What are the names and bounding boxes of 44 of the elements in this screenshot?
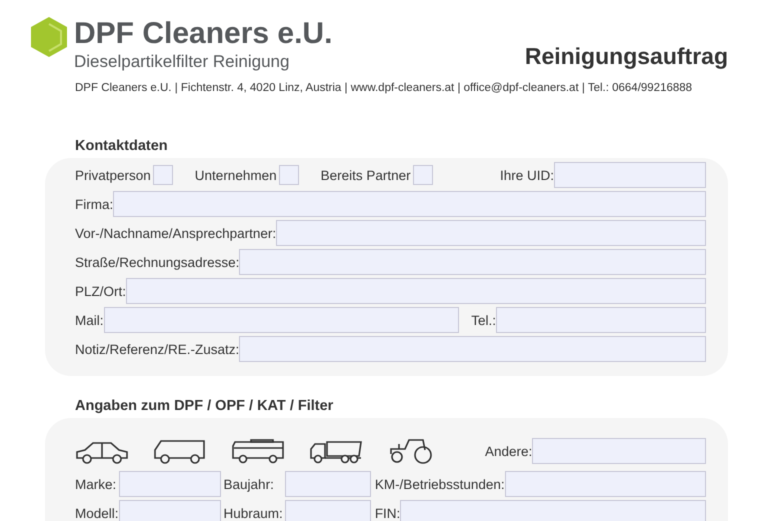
field-label: Vor-/Nachname/Ansprechpartner: <box>75 226 276 240</box>
input-field[interactable] <box>239 336 706 362</box>
input-field[interactable] <box>239 249 706 275</box>
input-field[interactable] <box>126 278 706 304</box>
input-field[interactable] <box>284 471 371 497</box>
input-field[interactable] <box>104 307 460 333</box>
field-label: Firma: <box>75 196 114 212</box>
field-label: KM-/Betriebsstunden: <box>374 476 505 492</box>
field-label: Notiz/Referenz/RE.-Zusatz: <box>75 342 240 356</box>
section-heading: Kontaktdaten <box>75 138 169 154</box>
input-field[interactable] <box>118 471 221 497</box>
field-label: PLZ/Ort: <box>75 284 126 298</box>
field-label: FIN: <box>374 506 400 520</box>
bus-icon <box>231 438 287 464</box>
checkbox[interactable] <box>278 165 299 185</box>
field-label: Baujahr: <box>224 476 275 492</box>
input-field[interactable] <box>504 471 706 497</box>
input-field[interactable] <box>113 191 706 217</box>
field-label: Straße/Rechnungsadresse: <box>75 254 240 270</box>
input-field[interactable] <box>554 162 706 188</box>
input-field[interactable] <box>532 438 706 464</box>
option-label: Unternehmen <box>194 168 277 182</box>
field-label: Modell: <box>75 506 119 520</box>
company-name: DPF Cleaners e.U. <box>74 16 332 52</box>
section-heading: Angaben zum DPF / OPF / KAT / Filter <box>75 398 334 414</box>
input-field[interactable] <box>400 500 706 521</box>
input-field[interactable] <box>276 220 706 246</box>
checkbox[interactable] <box>152 165 173 185</box>
company-address: DPF Cleaners e.U. | Fichtenstr. 4, 4020 Linz, Austria | www.dpf-cleaners.at | office@dpf-cleaners.at | Tel.: 0664/99216888 <box>75 82 694 94</box>
field-label: Ihre UID: <box>500 168 554 182</box>
field-label: Mail: <box>75 312 104 328</box>
option-label: Bereits Partner <box>320 168 411 182</box>
hexagon-logo-icon <box>30 16 68 58</box>
company-tagline: Dieselpartikelfilter Reinigung <box>74 52 290 72</box>
input-field[interactable] <box>496 307 706 333</box>
field-label: Hubraum: <box>224 506 283 520</box>
field-label: Tel.: <box>471 312 496 328</box>
input-field[interactable] <box>284 500 371 521</box>
option-label: Privatperson <box>75 168 151 182</box>
form-title: Reinigungsauftrag <box>524 43 728 70</box>
checkbox[interactable] <box>412 165 433 185</box>
field-label: Marke: <box>75 476 118 492</box>
field-label: Andere: <box>485 444 532 458</box>
input-field[interactable] <box>118 500 221 521</box>
